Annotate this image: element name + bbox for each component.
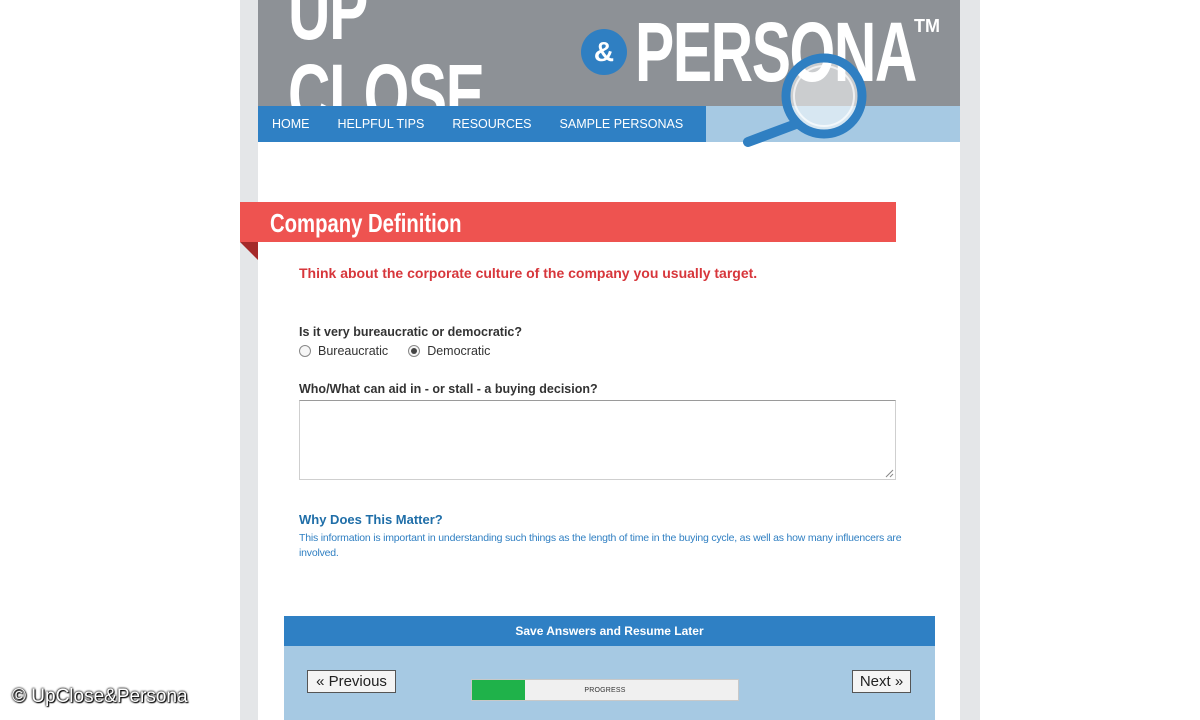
progress-label: PROGRESS: [584, 686, 626, 694]
radio-bureaucratic[interactable]: Bureaucratic: [299, 344, 388, 358]
section-intro: Think about the corporate culture of the…: [299, 265, 758, 281]
radio-bureaucratic-label: Bureaucratic: [318, 344, 389, 358]
copyright-watermark: © UpClose&Persona: [12, 686, 188, 707]
logo-ampersand: &: [581, 29, 627, 75]
section-banner: Company Definition: [240, 202, 896, 242]
trademark-symbol: TM: [914, 16, 940, 36]
logo-word-upclose: UP CLOSE: [288, 0, 485, 106]
previous-button[interactable]: « Previous: [307, 670, 396, 693]
footer-panel: « Previous PROGRESS Next »: [284, 646, 935, 720]
progress-bar: PROGRESS: [471, 679, 739, 701]
culture-radio-group: Bureaucratic Democratic: [299, 344, 510, 358]
next-button[interactable]: Next »: [852, 670, 911, 693]
radio-democratic[interactable]: Democratic: [408, 344, 490, 358]
page-container: UP CLOSE & PERSONA TM HOME HELPFUL TIPS …: [240, 0, 960, 720]
radio-democratic-label: Democratic: [427, 344, 491, 358]
save-resume-button[interactable]: Save Answers and Resume Later: [284, 616, 935, 646]
buying-decision-textarea[interactable]: [299, 400, 896, 480]
nav-item-resources[interactable]: RESOURCES: [452, 117, 531, 131]
section-title: Company Definition: [270, 208, 462, 238]
question-bureaucratic-label: Is it very bureaucratic or democratic?: [299, 325, 523, 339]
banner-fold: [240, 242, 258, 260]
nav-item-helpful-tips[interactable]: HELPFUL TIPS: [338, 117, 425, 131]
resize-grip-icon[interactable]: [884, 468, 894, 478]
radio-bureaucratic-circle[interactable]: [299, 345, 311, 357]
nav-item-home[interactable]: HOME: [272, 117, 310, 131]
why-matters-title: Why Does This Matter?: [299, 512, 443, 527]
why-matters-text: This information is important in underst…: [299, 532, 902, 559]
nav-item-sample-personas[interactable]: SAMPLE PERSONAS: [560, 117, 684, 131]
question-buying-decision-label: Who/What can aid in - or stall - a buyin…: [299, 382, 598, 396]
radio-democratic-circle[interactable]: [408, 345, 421, 357]
nav-bar: HOME HELPFUL TIPS RESOURCES SAMPLE PERSO…: [258, 106, 706, 142]
magnifier-icon: [743, 53, 867, 147]
